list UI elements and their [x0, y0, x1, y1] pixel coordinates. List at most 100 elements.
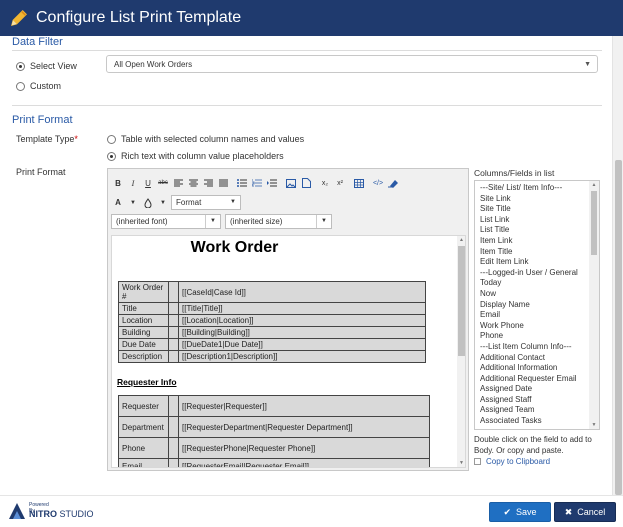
bullet-list-icon[interactable]	[235, 176, 249, 190]
work-order-table: Work Order # [[CaseId|Case Id]] Title [[…	[118, 281, 426, 363]
format-dropdown[interactable]: Format ▼	[171, 195, 241, 210]
rich-text-editor[interactable]: B I U abc x₂ x² </> A ▼ ▼ Format ▼ (inhe…	[107, 168, 469, 471]
strikethrough-button[interactable]: abc	[156, 176, 170, 190]
image-icon[interactable]	[284, 176, 298, 190]
table-cell	[168, 350, 179, 363]
fields-list-item[interactable]: Today	[480, 278, 590, 289]
radio-button[interactable]	[16, 81, 25, 91]
fields-list-item[interactable]: Item Link	[480, 236, 590, 247]
scroll-down-icon[interactable]: ▼	[457, 459, 465, 467]
table-icon[interactable]	[352, 176, 366, 190]
brand-rest: STUDIO	[59, 509, 94, 519]
chevron-down-icon: ▼	[584, 61, 591, 68]
editor-scrollbar[interactable]: ▲ ▼	[457, 236, 465, 467]
table-cell	[168, 437, 179, 459]
subscript-button[interactable]: x₂	[318, 176, 332, 190]
italic-button[interactable]: I	[126, 176, 140, 190]
save-button-label: Save	[516, 507, 537, 517]
bold-button[interactable]: B	[111, 176, 125, 190]
fields-list-item[interactable]: Edit Item Link	[480, 257, 590, 268]
indent-icon[interactable]	[265, 176, 279, 190]
table-cell: [[RequesterPhone|Requester Phone]]	[178, 437, 430, 459]
page-scrollbar[interactable]	[612, 36, 623, 495]
font-dropdown-value: (inherited font)	[116, 217, 168, 226]
size-dropdown[interactable]: (inherited size) ▼	[225, 214, 332, 229]
chevron-down-icon[interactable]: ▼	[126, 196, 140, 210]
fields-list-item[interactable]: Item Title	[480, 247, 590, 258]
code-icon[interactable]: </>	[371, 176, 385, 190]
table-cell: Title	[118, 302, 169, 315]
table-row: Building [[Building|Building]]	[118, 326, 426, 339]
fields-list-item[interactable]: Site Link	[480, 194, 590, 205]
fields-list-item[interactable]: ---List Item Column Info---	[480, 342, 590, 353]
align-right-icon[interactable]	[201, 176, 215, 190]
scroll-down-icon[interactable]: ▼	[589, 421, 599, 429]
table-cell	[168, 395, 179, 417]
fields-list-item[interactable]: Additional Contact	[480, 353, 590, 364]
table-row: Location [[Location|Location]]	[118, 314, 426, 327]
copy-to-clipboard-link[interactable]: Copy to Clipboard	[474, 457, 550, 466]
align-justify-icon[interactable]	[216, 176, 230, 190]
fields-list-item[interactable]: ---Site/ List/ Item Info---	[480, 183, 590, 194]
save-button[interactable]: ✔ Save	[489, 502, 551, 522]
document-heading: Work Order	[190, 239, 279, 256]
scrollbar-thumb[interactable]	[591, 191, 597, 255]
radio-template-table[interactable]: Table with selected column names and val…	[107, 134, 304, 144]
brand-name: NITRO STUDIO	[29, 509, 94, 519]
radio-template-richtext[interactable]: Rich text with column value placeholders	[107, 151, 284, 161]
editor-document[interactable]: Work Order Work Order # [[CaseId|Case Id…	[111, 235, 466, 468]
fields-list-item[interactable]: Assigned Team	[480, 405, 590, 416]
fields-list-item[interactable]: Display Name	[480, 300, 590, 311]
fields-list-item[interactable]: Email	[480, 310, 590, 321]
radio-select-view[interactable]: Select View	[16, 61, 77, 71]
scrollbar-thumb[interactable]	[615, 160, 622, 495]
underline-button[interactable]: U	[141, 176, 155, 190]
fields-list-item[interactable]: Assigned Staff	[480, 395, 590, 406]
table-cell	[168, 314, 179, 327]
cancel-button[interactable]: ✖ Cancel	[554, 502, 616, 522]
numbered-list-icon[interactable]	[250, 176, 264, 190]
clipboard-icon	[474, 458, 481, 465]
fields-list-item[interactable]: Work Phone	[480, 321, 590, 332]
chevron-down-icon: ▼	[321, 218, 327, 224]
font-dropdown[interactable]: (inherited font) ▼	[111, 214, 221, 229]
align-center-icon[interactable]	[186, 176, 200, 190]
fields-list-item[interactable]: ---Logged-in User / General	[480, 268, 590, 279]
document-icon[interactable]	[299, 176, 313, 190]
fields-list[interactable]: ---Site/ List/ Item Info--- Site Link Site…	[480, 183, 590, 427]
fields-list-item[interactable]: Now	[480, 289, 590, 300]
scroll-up-icon[interactable]: ▲	[457, 236, 465, 244]
table-cell: Work Order #	[118, 281, 169, 303]
fields-help-text: Double click on the field to add to Body…	[474, 435, 592, 455]
table-cell: Requester	[118, 395, 169, 417]
radio-button[interactable]	[107, 134, 116, 144]
table-row: Requester [[Requester|Requester]]	[118, 395, 430, 417]
fields-list-item[interactable]: List Title	[480, 225, 590, 236]
table-row: Description [[Description1|Description]]	[118, 350, 426, 363]
fields-scrollbar[interactable]: ▲ ▼	[589, 181, 599, 429]
fields-list-item[interactable]: Assigned Date	[480, 384, 590, 395]
view-select[interactable]: All Open Work Orders ▼	[106, 55, 598, 73]
superscript-button[interactable]: x²	[333, 176, 347, 190]
fields-list-item[interactable]: Additional Information	[480, 363, 590, 374]
fields-list-item[interactable]: List Link	[480, 215, 590, 226]
eraser-icon[interactable]	[386, 176, 400, 190]
text-color-button[interactable]: A	[111, 196, 125, 210]
table-row: Title [[Title|Title]]	[118, 302, 426, 315]
radio-button[interactable]	[16, 61, 25, 71]
fields-list-item[interactable]: Associated Tasks	[480, 416, 590, 427]
table-cell: Description	[118, 350, 169, 363]
chevron-down-icon[interactable]: ▼	[156, 196, 170, 210]
fields-listbox[interactable]: ---Site/ List/ Item Info--- Site Link Site…	[474, 180, 600, 430]
view-select-value: All Open Work Orders	[114, 59, 193, 69]
fields-list-item[interactable]: Site Title	[480, 204, 590, 215]
radio-custom[interactable]: Custom	[16, 81, 61, 91]
fields-list-item[interactable]: Phone	[480, 331, 590, 342]
radio-button[interactable]	[107, 151, 116, 161]
align-left-icon[interactable]	[171, 176, 185, 190]
fields-list-item[interactable]: Additional Requester Email	[480, 374, 590, 385]
scrollbar-thumb[interactable]	[458, 246, 465, 356]
table-cell	[168, 302, 179, 315]
highlight-icon[interactable]	[141, 196, 155, 210]
scroll-up-icon[interactable]: ▲	[589, 181, 599, 189]
